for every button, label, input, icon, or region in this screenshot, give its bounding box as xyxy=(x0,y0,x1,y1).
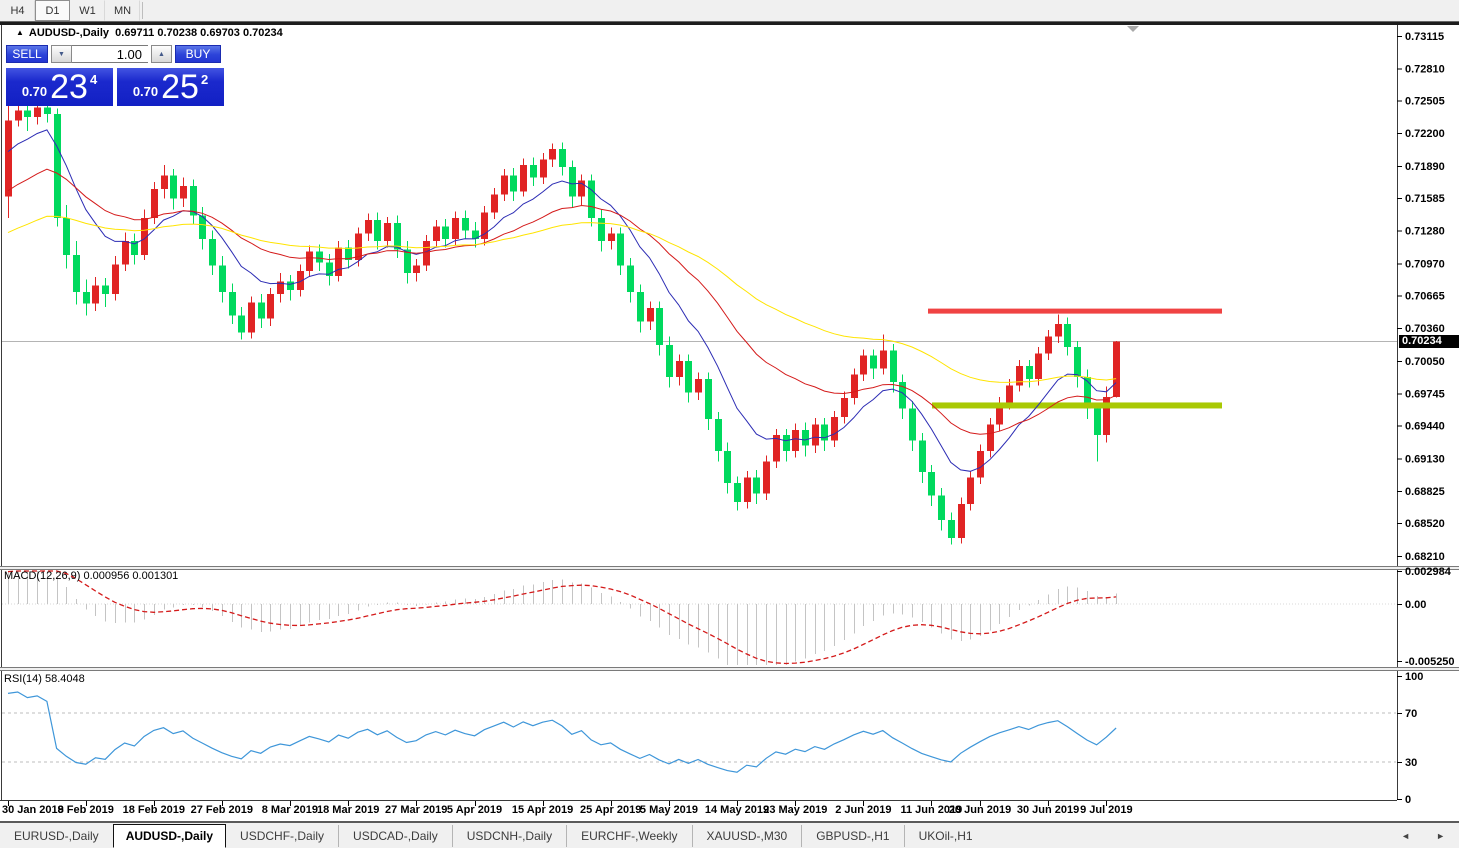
sell-button[interactable]: SELL xyxy=(6,45,48,63)
svg-text:5 Apr 2019: 5 Apr 2019 xyxy=(447,804,502,816)
chevron-up-icon: ▲ xyxy=(158,50,165,58)
svg-text:8 Mar 2019: 8 Mar 2019 xyxy=(262,804,318,816)
timeframe-toolbar: H4 D1 W1 MN xyxy=(0,0,1459,22)
svg-text:0.71890: 0.71890 xyxy=(1405,161,1445,173)
sell-price-prefix: 0.70 xyxy=(21,83,48,99)
svg-text:0.72200: 0.72200 xyxy=(1405,128,1445,140)
rsi-line xyxy=(7,691,1117,773)
tab-scroll-left-button[interactable]: ◄ xyxy=(1401,831,1410,841)
one-click-trading-panel: SELL ▼ ▲ BUY 0.70 23 4 0.70 25 2 xyxy=(6,45,225,106)
chart-title: ▲ AUDUSD-,Daily 0.69711 0.70238 0.69703 0… xyxy=(16,27,283,39)
timeframe-button-h4[interactable]: H4 xyxy=(0,0,35,21)
svg-text:0.68520: 0.68520 xyxy=(1405,518,1445,530)
trading-terminal-window: H4 D1 W1 MN 0.73115 0.72810 0.72505 0.72200… xyxy=(0,0,1459,848)
svg-text:0.70970: 0.70970 xyxy=(1405,258,1445,270)
macd-signal-line xyxy=(7,570,1117,665)
chart-shift-marker-icon[interactable] xyxy=(1127,26,1139,32)
svg-text:0.70665: 0.70665 xyxy=(1405,291,1445,303)
volume-input[interactable] xyxy=(72,45,148,63)
tab-ukoil-h1[interactable]: UKOil-,H1 xyxy=(903,825,987,847)
timeframe-button-w1[interactable]: W1 xyxy=(70,0,105,21)
window-frame-edge xyxy=(0,21,1459,25)
tab-xauusd-m30[interactable]: XAUUSD-,M30 xyxy=(691,825,802,847)
buy-button[interactable]: BUY xyxy=(175,45,221,63)
svg-text:15 Apr 2019: 15 Apr 2019 xyxy=(512,804,573,816)
current-price-tag: 0.70234 xyxy=(1399,335,1459,348)
svg-text:30 Jan 2019: 30 Jan 2019 xyxy=(2,804,64,816)
svg-text:18 Feb 2019: 18 Feb 2019 xyxy=(123,804,185,816)
buy-quote-button[interactable]: 0.70 25 2 xyxy=(117,68,224,106)
buy-price-prefix: 0.70 xyxy=(132,83,159,99)
svg-text:0.72810: 0.72810 xyxy=(1405,63,1445,75)
macd-label: MACD(12,26,9) 0.000956 0.001301 xyxy=(4,570,179,582)
svg-text:9 Jul 2019: 9 Jul 2019 xyxy=(1080,804,1133,816)
svg-text:27 Mar 2019: 27 Mar 2019 xyxy=(385,804,447,816)
svg-text:8 Feb 2019: 8 Feb 2019 xyxy=(58,804,114,816)
chart-tab-bar: EURUSD-,Daily AUDUSD-,Daily USDCHF-,Dail… xyxy=(0,822,1459,848)
sell-quote-button[interactable]: 0.70 23 4 xyxy=(6,68,113,106)
svg-text:0.73115: 0.73115 xyxy=(1405,31,1444,43)
ma-fast-line xyxy=(7,129,1117,472)
svg-text:0.69440: 0.69440 xyxy=(1405,421,1445,433)
ma-slow-line xyxy=(7,215,1117,383)
svg-text:11 Jun 2019: 11 Jun 2019 xyxy=(901,804,963,816)
resistance-line xyxy=(928,308,1222,314)
ma-mid-line xyxy=(7,168,1117,435)
svg-text:25 Apr 2019: 25 Apr 2019 xyxy=(580,804,641,816)
ohlc-values: 0.69711 0.70238 0.69703 0.70234 xyxy=(115,27,283,39)
buy-price-pips: 25 xyxy=(161,68,199,106)
svg-text:0.71585: 0.71585 xyxy=(1405,193,1445,205)
svg-text:30 Jun 2019: 30 Jun 2019 xyxy=(1017,804,1079,816)
timeframe-button-mn[interactable]: MN xyxy=(105,0,140,21)
toolbar-divider xyxy=(142,2,143,19)
svg-text:0.69745: 0.69745 xyxy=(1405,388,1445,400)
svg-text:20 Jun 2019: 20 Jun 2019 xyxy=(949,804,1011,816)
svg-text:0.002984: 0.002984 xyxy=(1405,566,1452,578)
tab-eurchf-weekly[interactable]: EURCHF-,Weekly xyxy=(566,825,691,847)
rsi-value: 58.4048 xyxy=(44,673,85,685)
svg-text:100: 100 xyxy=(1405,671,1423,683)
tab-gbpusd-h1[interactable]: GBPUSD-,H1 xyxy=(801,825,903,847)
svg-text:0.72505: 0.72505 xyxy=(1405,96,1445,108)
svg-text:27 Feb 2019: 27 Feb 2019 xyxy=(191,804,253,816)
chart-canvas[interactable]: 0.73115 0.72810 0.72505 0.72200 0.71890 0.715… xyxy=(0,0,1459,848)
symbol-marker-icon: ▲ xyxy=(16,28,24,37)
svg-text:5 May 2019: 5 May 2019 xyxy=(640,804,698,816)
svg-text:30: 30 xyxy=(1405,757,1417,769)
tab-scroll-right-button[interactable]: ► xyxy=(1436,831,1445,841)
tab-usdcnh-daily[interactable]: USDCNH-,Daily xyxy=(451,825,566,847)
support-line xyxy=(932,402,1222,409)
candles-layer xyxy=(5,99,1120,545)
tab-usdchf-daily[interactable]: USDCHF-,Daily xyxy=(226,825,338,847)
svg-text:0.70360: 0.70360 xyxy=(1405,323,1445,335)
svg-text:23 May 2019: 23 May 2019 xyxy=(763,804,827,816)
chevron-down-icon: ▼ xyxy=(58,50,65,58)
svg-text:0: 0 xyxy=(1405,794,1411,806)
svg-text:0.00: 0.00 xyxy=(1405,599,1426,611)
svg-text:14 May 2019: 14 May 2019 xyxy=(705,804,769,816)
tab-audusd-daily[interactable]: AUDUSD-,Daily xyxy=(112,824,227,848)
svg-text:0.69130: 0.69130 xyxy=(1405,453,1445,465)
macd-values: 0.000956 0.001301 xyxy=(83,570,179,582)
symbol-name: AUDUSD-,Daily xyxy=(28,27,109,39)
buy-price-point: 2 xyxy=(200,71,209,87)
volume-increase-button[interactable]: ▲ xyxy=(151,45,172,63)
tab-eurusd-daily[interactable]: EURUSD-,Daily xyxy=(0,825,113,847)
svg-text:-0.005250: -0.005250 xyxy=(1405,656,1455,668)
svg-text:0.68210: 0.68210 xyxy=(1405,551,1445,563)
timeframe-button-d1[interactable]: D1 xyxy=(35,0,70,21)
svg-text:0.68825: 0.68825 xyxy=(1405,486,1445,498)
svg-text:70: 70 xyxy=(1405,708,1417,720)
macd-histogram xyxy=(8,571,1117,665)
svg-text:0.71280: 0.71280 xyxy=(1405,226,1445,238)
svg-text:0.70050: 0.70050 xyxy=(1405,356,1445,368)
volume-decrease-button[interactable]: ▼ xyxy=(51,45,72,63)
tab-usdcad-daily[interactable]: USDCAD-,Daily xyxy=(338,825,452,847)
svg-text:2 Jun 2019: 2 Jun 2019 xyxy=(835,804,891,816)
rsi-label: RSI(14) 58.4048 xyxy=(4,673,85,685)
sell-price-pips: 23 xyxy=(50,68,88,106)
svg-text:18 Mar 2019: 18 Mar 2019 xyxy=(317,804,379,816)
tab-scroll-controls: ◄ ► xyxy=(1401,831,1445,841)
sell-price-point: 4 xyxy=(89,71,98,87)
